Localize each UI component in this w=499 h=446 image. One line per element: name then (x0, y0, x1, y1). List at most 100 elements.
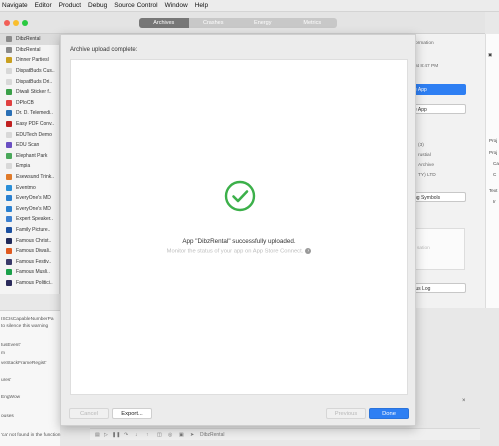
app-name: Eventmo (16, 184, 36, 191)
app-icon (6, 121, 12, 128)
close-icon[interactable]: × (462, 398, 466, 404)
sheet-title: Archive upload complete: (70, 47, 138, 53)
menu-item[interactable]: Product (59, 2, 81, 9)
success-check-icon (224, 180, 256, 212)
sidebar-app-item[interactable]: Expert Speaker.. (0, 214, 59, 225)
upload-complete-sheet: Archive upload complete: App "DibzRental… (60, 34, 416, 426)
menu-item[interactable]: Debug (88, 2, 107, 9)
app-name: Family Picture.. (16, 226, 51, 233)
window-close-icon[interactable]: ▣ (488, 52, 492, 58)
inspector-label: TY) LTD (418, 173, 436, 178)
sidebar-app-item[interactable]: EDUTech Demo (0, 129, 59, 140)
sidebar-app-item[interactable]: Dr. D. Telemedi.. (0, 108, 59, 119)
toggle-console-icon[interactable]: ▤ (95, 432, 100, 438)
app-icon (6, 174, 12, 181)
sidebar-app-item[interactable]: DibzRental (0, 45, 59, 56)
monitor-status-label: Monitor the status of your app on App St… (166, 248, 304, 255)
breakpoints-icon[interactable]: ▷ (104, 432, 108, 438)
tab-energy[interactable]: Energy (238, 18, 288, 28)
sidebar-app-item[interactable]: Famous Musli.. (0, 267, 59, 278)
far-right-label: Text (489, 188, 498, 193)
export-button[interactable]: Export... (112, 408, 152, 419)
menu-bar: Navigate Editor Product Debug Source Control… (0, 0, 499, 12)
app-name: Dinner Partiesl (16, 57, 49, 64)
menu-item[interactable]: Help (195, 2, 208, 9)
memory-graph-icon[interactable]: ◎ (168, 432, 172, 438)
previous-button[interactable]: Previous (326, 408, 366, 419)
app-icon (6, 216, 12, 223)
sidebar-app-item[interactable]: DispatBuds Dri.. (0, 76, 59, 87)
view-hierarchy-icon[interactable]: ◫ (157, 432, 162, 438)
monitor-status-text: Monitor the status of your app on App St… (61, 248, 417, 255)
status-log-button[interactable]: tus Log (408, 283, 466, 293)
tab-crashes[interactable]: Crashes (189, 18, 239, 28)
tab-archives[interactable]: Archives (139, 18, 189, 28)
sidebar-app-item[interactable]: EveryOne's MD (0, 204, 59, 215)
step-into-icon[interactable]: ↓ (135, 432, 138, 438)
app-icon (6, 195, 12, 202)
sidebar-app-item[interactable]: Family Picture.. (0, 225, 59, 236)
far-right-label: Proj (489, 138, 498, 143)
app-icon (6, 258, 12, 265)
sidebar-app-item[interactable]: Famous Diwali.. (0, 246, 59, 257)
arrow-right-circle-icon[interactable]: › (305, 248, 312, 254)
zoom-window-button[interactable] (22, 20, 28, 26)
pause-icon[interactable]: ❚❚ (112, 432, 120, 438)
app-icon (6, 163, 12, 170)
sidebar-app-item[interactable]: Easy PDF Conv.. (0, 119, 59, 130)
done-button[interactable]: Done (369, 408, 409, 419)
sidebar-app-item[interactable]: EveryOne's MD (0, 193, 59, 204)
console-line: 'ca' not found in the function (1, 433, 61, 438)
far-right-label: C (493, 172, 497, 177)
step-out-icon[interactable]: ↑ (146, 432, 149, 438)
step-over-icon[interactable]: ↷ (124, 432, 128, 438)
inspector-label: Archive (418, 163, 434, 168)
tab-metrics[interactable]: Metrics (288, 18, 338, 28)
sidebar-app-item[interactable]: Elephant Park (0, 151, 59, 162)
app-name: Empia (16, 163, 31, 170)
sidebar-app-item[interactable]: Empia (0, 161, 59, 172)
menu-item[interactable]: Editor (35, 2, 52, 9)
distribute-app-button[interactable]: e App (408, 84, 466, 95)
sidebar-app-item[interactable]: Diwali Sticker f.. (0, 87, 59, 98)
minimize-window-button[interactable] (13, 20, 19, 26)
sheet-content (70, 59, 408, 395)
cancel-button[interactable]: Cancel (69, 408, 109, 419)
sidebar-app-item[interactable]: Famous Politici.. (0, 278, 59, 289)
success-message: App "DibzRental" successfully uploaded. (182, 238, 296, 245)
inspector-label: (3) (418, 143, 424, 148)
menu-item[interactable]: Source Control (114, 2, 157, 9)
app-name: EveryOne's MD (16, 205, 51, 212)
menu-item[interactable]: Navigate (2, 2, 28, 9)
close-window-button[interactable] (4, 20, 10, 26)
app-icon (6, 68, 12, 75)
location-icon[interactable]: ➤ (190, 432, 194, 438)
sidebar-app-item[interactable]: DibzRental (0, 34, 59, 45)
app-name: EDUTech Demo (16, 131, 52, 138)
app-name: DispatBuds Cus.. (16, 68, 55, 75)
validate-app-button[interactable]: e App (408, 104, 466, 114)
app-name: EDU Scan (16, 142, 40, 149)
sidebar-app-item[interactable]: Dinner Partiesl (0, 55, 59, 66)
far-right-label: Ir (493, 199, 496, 204)
sidebar-app-item[interactable]: Esewsund Trink.. (0, 172, 59, 183)
menu-item[interactable]: Window (165, 2, 188, 9)
window-toolbar: Archives Crashes Energy Metrics (0, 12, 485, 34)
app-list-sidebar: DibzRental DibzRental Dinner Partiesl Dispa… (0, 34, 60, 294)
sidebar-app-item[interactable]: Famous Festiv.. (0, 256, 59, 267)
download-debug-symbols-button[interactable]: ng Symbols (408, 192, 466, 202)
sidebar-app-item[interactable]: Famous Christ.. (0, 235, 59, 246)
app-icon (6, 142, 12, 149)
console-line: ures' (1, 378, 12, 383)
sidebar-app-item[interactable]: EDU Scan (0, 140, 59, 151)
environment-icon[interactable]: ▣ (179, 432, 184, 438)
sidebar-app-item[interactable]: DispatBuds Cus.. (0, 66, 59, 77)
inspector-label: at 8:47 PM (415, 64, 439, 69)
app-icon (6, 46, 12, 53)
app-name: DibzRental (16, 36, 41, 43)
debug-toolbar: ▤ ▷ ❚❚ ↷ ↓ ↑ ◫ ◎ ▣ ➤ DibzRental (90, 428, 480, 440)
app-icon (6, 110, 12, 117)
sidebar-app-item[interactable]: DPloCB (0, 98, 59, 109)
sidebar-app-item[interactable]: Eventmo (0, 182, 59, 193)
console-line: EngWow (1, 395, 21, 400)
